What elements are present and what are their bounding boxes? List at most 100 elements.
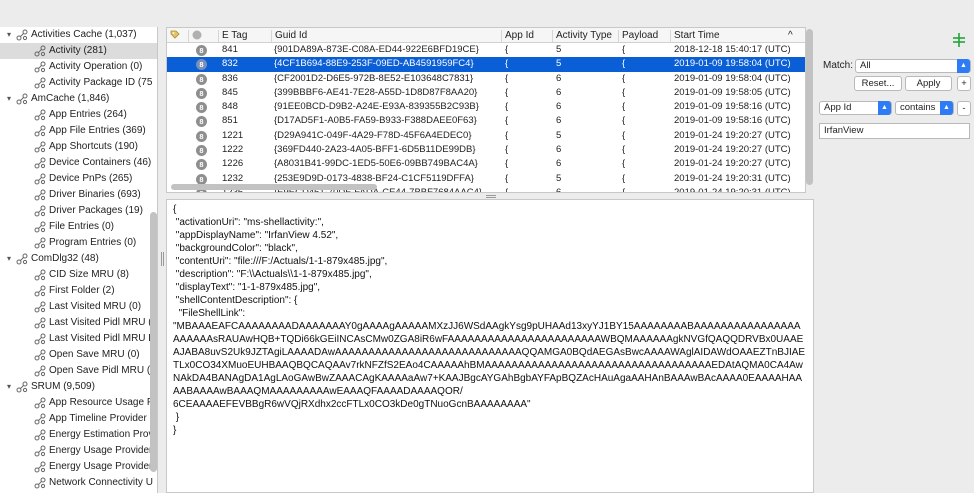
tree-item[interactable]: Driver Packages (19): [0, 203, 157, 219]
activity-type-column-header[interactable]: Activity Type: [552, 30, 618, 42]
table-vertical-scrollbar[interactable]: [806, 27, 814, 187]
cell-type: 6: [556, 86, 562, 98]
tree-item-label: ComDlg32 (48): [31, 253, 99, 264]
share-node-icon: [34, 109, 46, 121]
reset-button[interactable]: Reset...: [854, 76, 902, 91]
table-header: E Tag Guid Id App Id Activity Type Paylo…: [167, 28, 805, 43]
tree-item[interactable]: Energy Estimation Prov: [0, 427, 157, 443]
table-row[interactable]: 8 841 {901DA89A-873E-C08A-ED44-922E6BFD19C…: [167, 43, 805, 57]
tree-item[interactable]: Energy Usage Provider: [0, 443, 157, 459]
cell-payload: {: [622, 58, 626, 70]
apply-button[interactable]: Apply: [905, 76, 952, 91]
table-horizontal-scrollbar[interactable]: [171, 184, 377, 190]
row-status-badge: 8: [196, 102, 207, 114]
table-row[interactable]: 8 832 {4CF1B694-88E9-253F-09ED-AB4591959FC…: [167, 57, 805, 72]
table-row[interactable]: 8 851 {D17AD5F1-A0B5-FA59-B933-F388DAEE0F6…: [167, 114, 805, 128]
tree-item[interactable]: Network Connectivity U: [0, 475, 157, 491]
table-row[interactable]: 8 845 {399BBBF6-AE41-7E28-A55D-1D8D87F8AA2…: [167, 86, 805, 100]
etag-column-header[interactable]: E Tag: [218, 30, 270, 42]
table-row[interactable]: 8 1221 {D29A941C-049F-4A29-F78D-45F6A4EDEC…: [167, 129, 805, 143]
cell-guid: {901DA89A-873E-C08A-ED44-922E6BFD19CE}: [274, 44, 479, 55]
tree-group[interactable]: ▾ ComDlg32 (48): [0, 251, 157, 267]
tree-item[interactable]: Program Entries (0): [0, 235, 157, 251]
payload-detail-view[interactable]: { "activationUri": "ms-shellactivity:", …: [166, 199, 814, 493]
status-column-header[interactable]: [188, 30, 216, 42]
tree-item[interactable]: App File Entries (369): [0, 123, 157, 139]
disclosure-triangle-icon[interactable]: ▾: [4, 251, 14, 267]
tree-item-label: Open Save MRU (0): [49, 349, 140, 360]
match-select[interactable]: All ▲: [855, 59, 971, 73]
tree-group[interactable]: ▾ AmCache (1,846): [0, 91, 157, 107]
tree-item[interactable]: Open Save MRU (0): [0, 347, 157, 363]
tree-item[interactable]: Activity Package ID (75: [0, 75, 157, 91]
tree-item[interactable]: App Shortcuts (190): [0, 139, 157, 155]
cell-guid: {399BBBF6-AE41-7E28-A55D-1D8D87F8AA20}: [274, 86, 478, 98]
tree-item[interactable]: App Resource Usage Pr: [0, 395, 157, 411]
start-time-column-header[interactable]: Start Time: [670, 30, 795, 42]
chevron-updown-icon: ▲: [957, 59, 970, 73]
tree-group[interactable]: ▾ SRUM (9,509): [0, 379, 157, 395]
cell-payload: {: [622, 144, 626, 156]
tree-item-label: Network Connectivity U: [49, 477, 153, 488]
share-node-icon: [34, 173, 46, 185]
share-node-icon: [34, 269, 46, 281]
tree-item-label: SRUM (9,509): [31, 381, 95, 392]
remove-condition-button[interactable]: -: [957, 101, 971, 116]
table-row[interactable]: 8 1222 {369FD440-2A23-4A05-BFF1-6D5B11DE99…: [167, 143, 805, 157]
cell-guid: {369FD440-2A23-4A05-BFF1-6D5B11DE99DB}: [274, 144, 476, 156]
tree-item[interactable]: Activity Operation (0): [0, 59, 157, 75]
tag-column-header[interactable]: [167, 30, 187, 42]
appid-column-header[interactable]: App Id: [501, 30, 552, 42]
share-node-icon: [34, 413, 46, 425]
cell-appid: {: [505, 186, 509, 193]
tree-item[interactable]: Last Visited Pidl MRU (: [0, 315, 157, 331]
add-condition-button[interactable]: +: [957, 76, 971, 91]
disclosure-triangle-icon[interactable]: ▾: [4, 91, 14, 107]
tree-item[interactable]: App Entries (264): [0, 107, 157, 123]
share-node-icon: [34, 365, 46, 377]
tree-item[interactable]: Device Containers (46): [0, 155, 157, 171]
vertical-split-handle[interactable]: [161, 252, 165, 266]
tree-item[interactable]: First Folder (2): [0, 283, 157, 299]
share-node-icon: [34, 125, 46, 137]
tree-item[interactable]: CID Size MRU (8): [0, 267, 157, 283]
status-dot-icon: [192, 30, 202, 40]
share-node-icon: [34, 61, 46, 73]
table-row[interactable]: 8 1226 {A8031B41-99DC-1ED5-50E6-09BB749BAC…: [167, 157, 805, 171]
tree-vertical-scrollbar[interactable]: [150, 212, 157, 472]
share-node-icon: [34, 45, 46, 57]
share-node-icon: [34, 461, 46, 473]
tree-item[interactable]: Activity (281): [0, 43, 157, 59]
tree-item-label: Activity (281): [49, 45, 107, 56]
filter-panel: Match: All ▲ Reset... Apply + App Id ▲ c…: [817, 27, 974, 493]
tree-item[interactable]: Device PnPs (265): [0, 171, 157, 187]
source-tree[interactable]: ▾ Activities Cache (1,037) Activity (281) A…: [0, 27, 158, 493]
tree-item[interactable]: App Timeline Provider (: [0, 411, 157, 427]
filter-value-input[interactable]: IrfanView: [819, 123, 970, 139]
tree-item-label: App Entries (264): [49, 109, 127, 120]
disclosure-triangle-icon[interactable]: ▾: [4, 27, 14, 43]
table-row[interactable]: 8 848 {91EE0BCD-D9B2-A24E-E93A-839355B2C93…: [167, 100, 805, 114]
tree-group[interactable]: ▾ Activities Cache (1,037): [0, 27, 157, 43]
guid-column-header[interactable]: Guid Id: [271, 30, 501, 42]
table-row[interactable]: 8 836 {CF2001D2-D6E5-972B-8E52-E103648C783…: [167, 72, 805, 86]
disclosure-triangle-icon[interactable]: ▾: [4, 379, 14, 395]
cell-payload: {: [622, 115, 626, 127]
filter-toggle-icon[interactable]: [952, 32, 966, 48]
tree-item-label: Driver Packages (19): [49, 205, 143, 216]
cell-type: 5: [556, 129, 562, 141]
payload-column-header[interactable]: Payload: [618, 30, 670, 42]
cell-type: 5: [556, 58, 562, 70]
tree-item[interactable]: Energy Usage Provider: [0, 459, 157, 475]
operator-select[interactable]: contains ▲: [895, 101, 954, 115]
tree-item[interactable]: Driver Binaries (693): [0, 187, 157, 203]
field-select[interactable]: App Id ▲: [819, 101, 892, 115]
tree-item[interactable]: Last Visited MRU (0): [0, 299, 157, 315]
tree-item[interactable]: File Entries (0): [0, 219, 157, 235]
tree-item[interactable]: Open Save Pidl MRU (2: [0, 363, 157, 379]
tree-item-label: Last Visited Pidl MRU (: [49, 317, 152, 328]
share-node-icon: [16, 29, 28, 41]
cell-guid: {4CF1B694-88E9-253F-09ED-AB4591959FC4}: [274, 58, 474, 70]
tree-item-label: Last Visited MRU (0): [49, 301, 142, 312]
tree-item[interactable]: Last Visited Pidl MRU L: [0, 331, 157, 347]
